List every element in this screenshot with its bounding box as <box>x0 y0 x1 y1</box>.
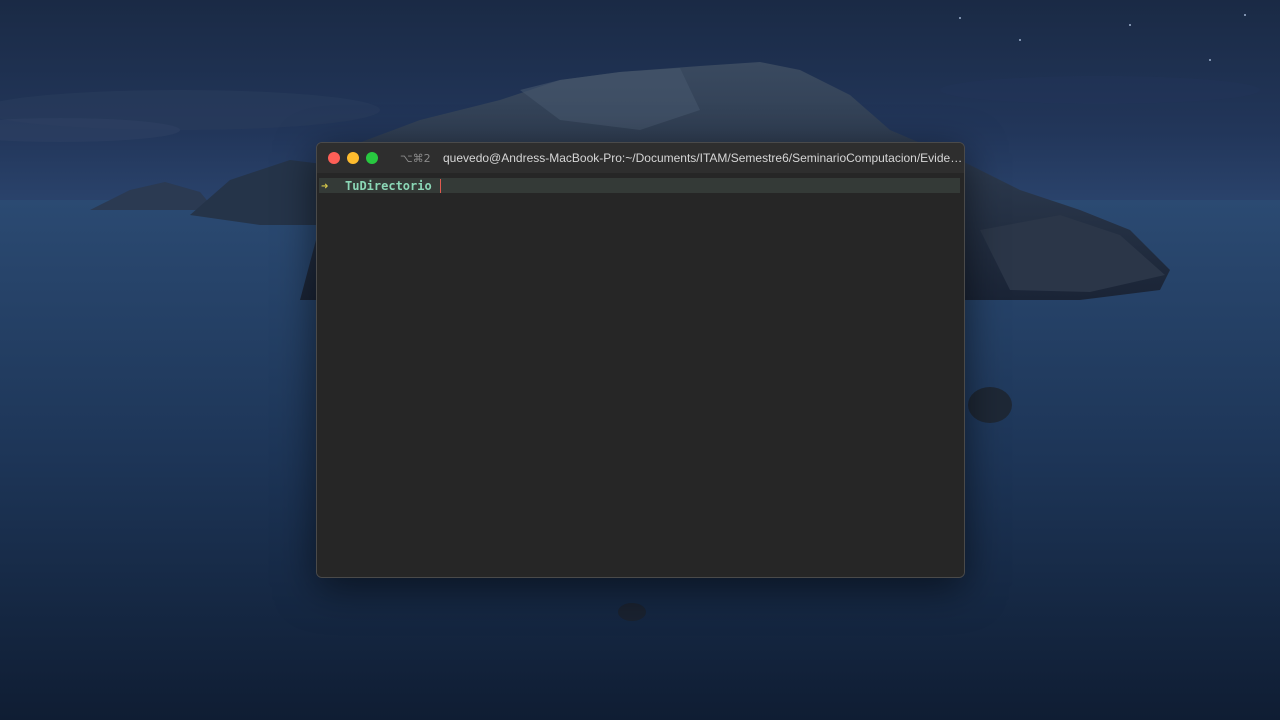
prompt-arrow-icon: ➜ <box>321 178 329 193</box>
tab-shortcut: ⌥⌘2 <box>400 151 431 165</box>
terminal-content[interactable]: ➜ TuDirectorio <box>317 173 964 577</box>
window-title: quevedo@Andress-MacBook-Pro:~/Documents/… <box>443 151 964 165</box>
title-bar[interactable]: ⌥⌘2 quevedo@Andress-MacBook-Pro:~/Docume… <box>317 143 964 173</box>
window-controls <box>328 152 385 164</box>
text-cursor <box>439 178 441 193</box>
prompt-line[interactable]: ➜ TuDirectorio <box>319 178 960 193</box>
desktop: ⌥⌘2 quevedo@Andress-MacBook-Pro:~/Docume… <box>0 0 1280 720</box>
maximize-button[interactable] <box>366 152 378 164</box>
terminal-window[interactable]: ⌥⌘2 quevedo@Andress-MacBook-Pro:~/Docume… <box>316 142 965 578</box>
current-directory: TuDirectorio <box>345 178 432 193</box>
minimize-button[interactable] <box>347 152 359 164</box>
close-button[interactable] <box>328 152 340 164</box>
